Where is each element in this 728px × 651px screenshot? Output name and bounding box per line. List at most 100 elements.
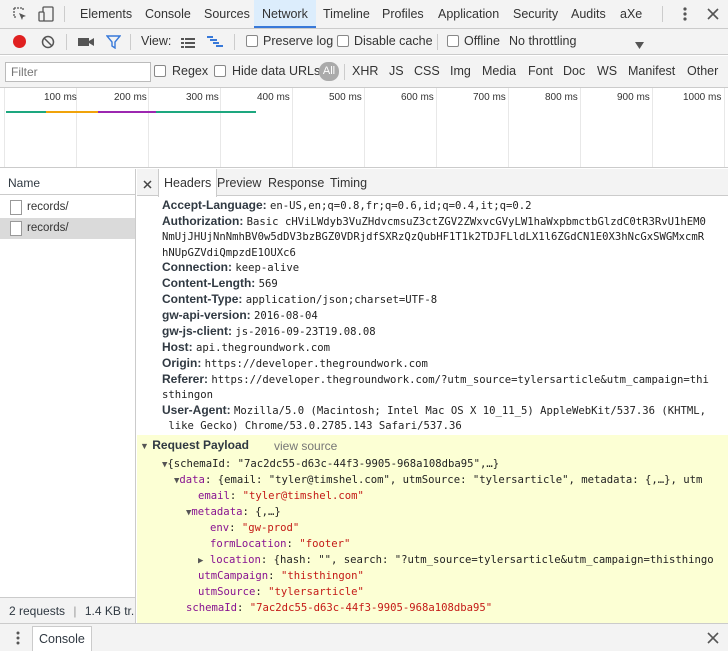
request-payload-header[interactable]: ▼ Request Payload — [140, 437, 249, 454]
filter-type-all[interactable]: All — [319, 62, 339, 81]
tab-security[interactable]: Security — [513, 0, 558, 28]
console-drawer: Console — [0, 623, 728, 651]
screenshot-camera-icon[interactable] — [78, 36, 94, 48]
tab-headers[interactable]: Headers — [158, 169, 218, 197]
name-column-header[interactable]: Name — [0, 169, 135, 195]
hide-data-urls-checkbox[interactable] — [214, 65, 226, 77]
device-toolbar-icon[interactable] — [38, 6, 54, 22]
filter-funnel-icon[interactable] — [105, 35, 122, 50]
filter-type-other[interactable]: Other — [687, 64, 718, 78]
payload-env-line: env: "gw-prod" — [210, 522, 300, 534]
tab-timeline[interactable]: Timeline — [323, 0, 370, 28]
filter-type-img[interactable]: Img — [450, 64, 471, 78]
header-referer-cont: sthingon — [162, 389, 214, 401]
inspect-element-icon[interactable] — [13, 7, 27, 21]
close-devtools-icon[interactable] — [707, 8, 719, 20]
timing-bar-send — [98, 111, 156, 113]
header-accept-language: Accept-Language: en-US,en;q=0.8,fr;q=0.6… — [162, 198, 532, 212]
disable-cache-label: Disable cache — [354, 34, 433, 48]
timing-bar-receive — [156, 111, 256, 113]
tick-label: 200 ms — [114, 92, 147, 103]
filter-type-js[interactable]: JS — [389, 64, 404, 78]
preserve-log-checkbox[interactable] — [246, 35, 258, 47]
payload-formlocation-line: formLocation: "footer" — [210, 538, 351, 550]
payload-location-line[interactable]: ▶ location: {hash: "", search: "?utm_sou… — [198, 552, 714, 569]
tick-label: 700 ms — [473, 92, 506, 103]
detail-tab-bar: Headers Preview Response Timing — [137, 169, 728, 197]
timeline-overview[interactable]: 100 ms 200 ms 300 ms 400 ms 500 ms 600 m… — [0, 88, 728, 168]
filter-type-manifest[interactable]: Manifest — [628, 64, 675, 78]
close-drawer-icon[interactable] — [707, 632, 719, 644]
devtools-tab-bar: Elements Console Sources Network Timelin… — [0, 0, 728, 29]
throttling-select[interactable]: No throttling — [509, 34, 576, 48]
filter-type-doc[interactable]: Doc — [563, 64, 585, 78]
header-origin: Origin: https://developer.thegroundwork.… — [162, 356, 428, 370]
filter-type-css[interactable]: CSS — [414, 64, 440, 78]
header-content-type: Content-Type: application/json;charset=U… — [162, 292, 438, 306]
payload-schemaid-line: schemaId: "7ac2dc55-d63c-44f3-9905-968a1… — [186, 602, 493, 614]
record-icon[interactable] — [13, 35, 26, 48]
regex-checkbox[interactable] — [154, 65, 166, 77]
filter-type-xhr[interactable]: XHR — [352, 64, 378, 78]
payload-utmcampaign-line: utmCampaign: "thisthingon" — [198, 570, 364, 582]
header-content-length: Content-Length: 569 — [162, 276, 278, 290]
disable-cache-checkbox[interactable] — [337, 35, 349, 47]
tick-label: 100 ms — [44, 92, 77, 103]
preserve-log-label: Preserve log — [263, 34, 334, 48]
filter-type-media[interactable]: Media — [482, 64, 516, 78]
tab-elements[interactable]: Elements — [80, 0, 132, 28]
request-row-selected[interactable]: records/ — [0, 218, 135, 239]
tab-profiles[interactable]: Profiles — [382, 0, 424, 28]
tick-label: 400 ms — [257, 92, 290, 103]
tab-timing[interactable]: Timing — [325, 169, 372, 196]
payload-root-line[interactable]: ▼{schemaId: "7ac2dc55-d63c-44f3-9905-968… — [162, 456, 499, 473]
file-icon — [10, 221, 22, 236]
close-detail-icon[interactable] — [143, 178, 152, 189]
more-options-icon[interactable] — [680, 7, 690, 23]
drawer-tab-console[interactable]: Console — [32, 626, 92, 651]
filter-type-ws[interactable]: WS — [597, 64, 617, 78]
tick-label: 600 ms — [401, 92, 434, 103]
tick-label: 800 ms — [545, 92, 578, 103]
request-count: 2 requests — [9, 604, 66, 618]
filter-type-font[interactable]: Font — [528, 64, 553, 78]
large-rows-icon[interactable] — [181, 37, 195, 48]
tab-console[interactable]: Console — [145, 0, 191, 28]
tab-preview[interactable]: Preview — [212, 169, 266, 196]
tab-audits[interactable]: Audits — [571, 0, 606, 28]
header-user-agent: User-Agent: Mozilla/5.0 (Macintosh; Inte… — [162, 403, 706, 417]
clear-icon[interactable] — [41, 35, 55, 49]
request-name: records/ — [27, 222, 69, 234]
tab-axe[interactable]: aXe — [620, 0, 642, 28]
network-toolbar: View: Preserve log Disable cache Offline… — [0, 29, 728, 55]
tab-application[interactable]: Application — [438, 0, 499, 28]
filter-input[interactable] — [5, 62, 151, 82]
header-gw-api-version: gw-api-version: 2016-08-04 — [162, 308, 318, 322]
request-name: records/ — [27, 201, 69, 213]
payload-email-line: email: "tyler@timshel.com" — [198, 490, 364, 502]
tick-label: 300 ms — [186, 92, 219, 103]
tab-response[interactable]: Response — [263, 169, 329, 196]
tab-network[interactable]: Network — [254, 0, 316, 28]
expand-arrow-icon[interactable]: ▶ — [198, 556, 203, 566]
waterfall-overview-icon[interactable] — [207, 36, 223, 48]
header-connection: Connection: keep-alive — [162, 260, 300, 274]
tick-label: 500 ms — [329, 92, 362, 103]
payload-metadata-line[interactable]: ▼metadata: {,…} — [186, 504, 281, 521]
offline-checkbox[interactable] — [447, 35, 459, 47]
header-authorization-cont: NmUjJHUjNnNmhBV0w5dDV3bzBGZ0VDRjdfSXRzQz… — [162, 231, 705, 243]
payload-utmsource-line: utmSource: "tylersarticle" — [198, 586, 364, 598]
chevron-down-icon[interactable] — [635, 38, 644, 49]
file-icon — [10, 200, 22, 215]
transferred-size: 1.4 KB tr... — [84, 604, 135, 618]
tab-sources[interactable]: Sources — [204, 0, 250, 28]
payload-data-line[interactable]: ▼data: {email: "tyler@timshel.com", utmS… — [174, 472, 702, 489]
tick-label: 1000 ms — [683, 92, 722, 103]
expand-arrow-icon[interactable]: ▼ — [140, 441, 149, 451]
view-source-link[interactable]: view source — [274, 438, 337, 454]
header-authorization: Authorization: Basic cHViLWdyb3VuZHdvcms… — [162, 214, 706, 228]
drawer-menu-icon[interactable] — [15, 630, 21, 646]
request-row[interactable]: records/ — [0, 197, 135, 218]
header-host: Host: api.thegroundwork.com — [162, 340, 330, 354]
network-status-bar: 2 requests | 1.4 KB tr... — [0, 597, 135, 623]
